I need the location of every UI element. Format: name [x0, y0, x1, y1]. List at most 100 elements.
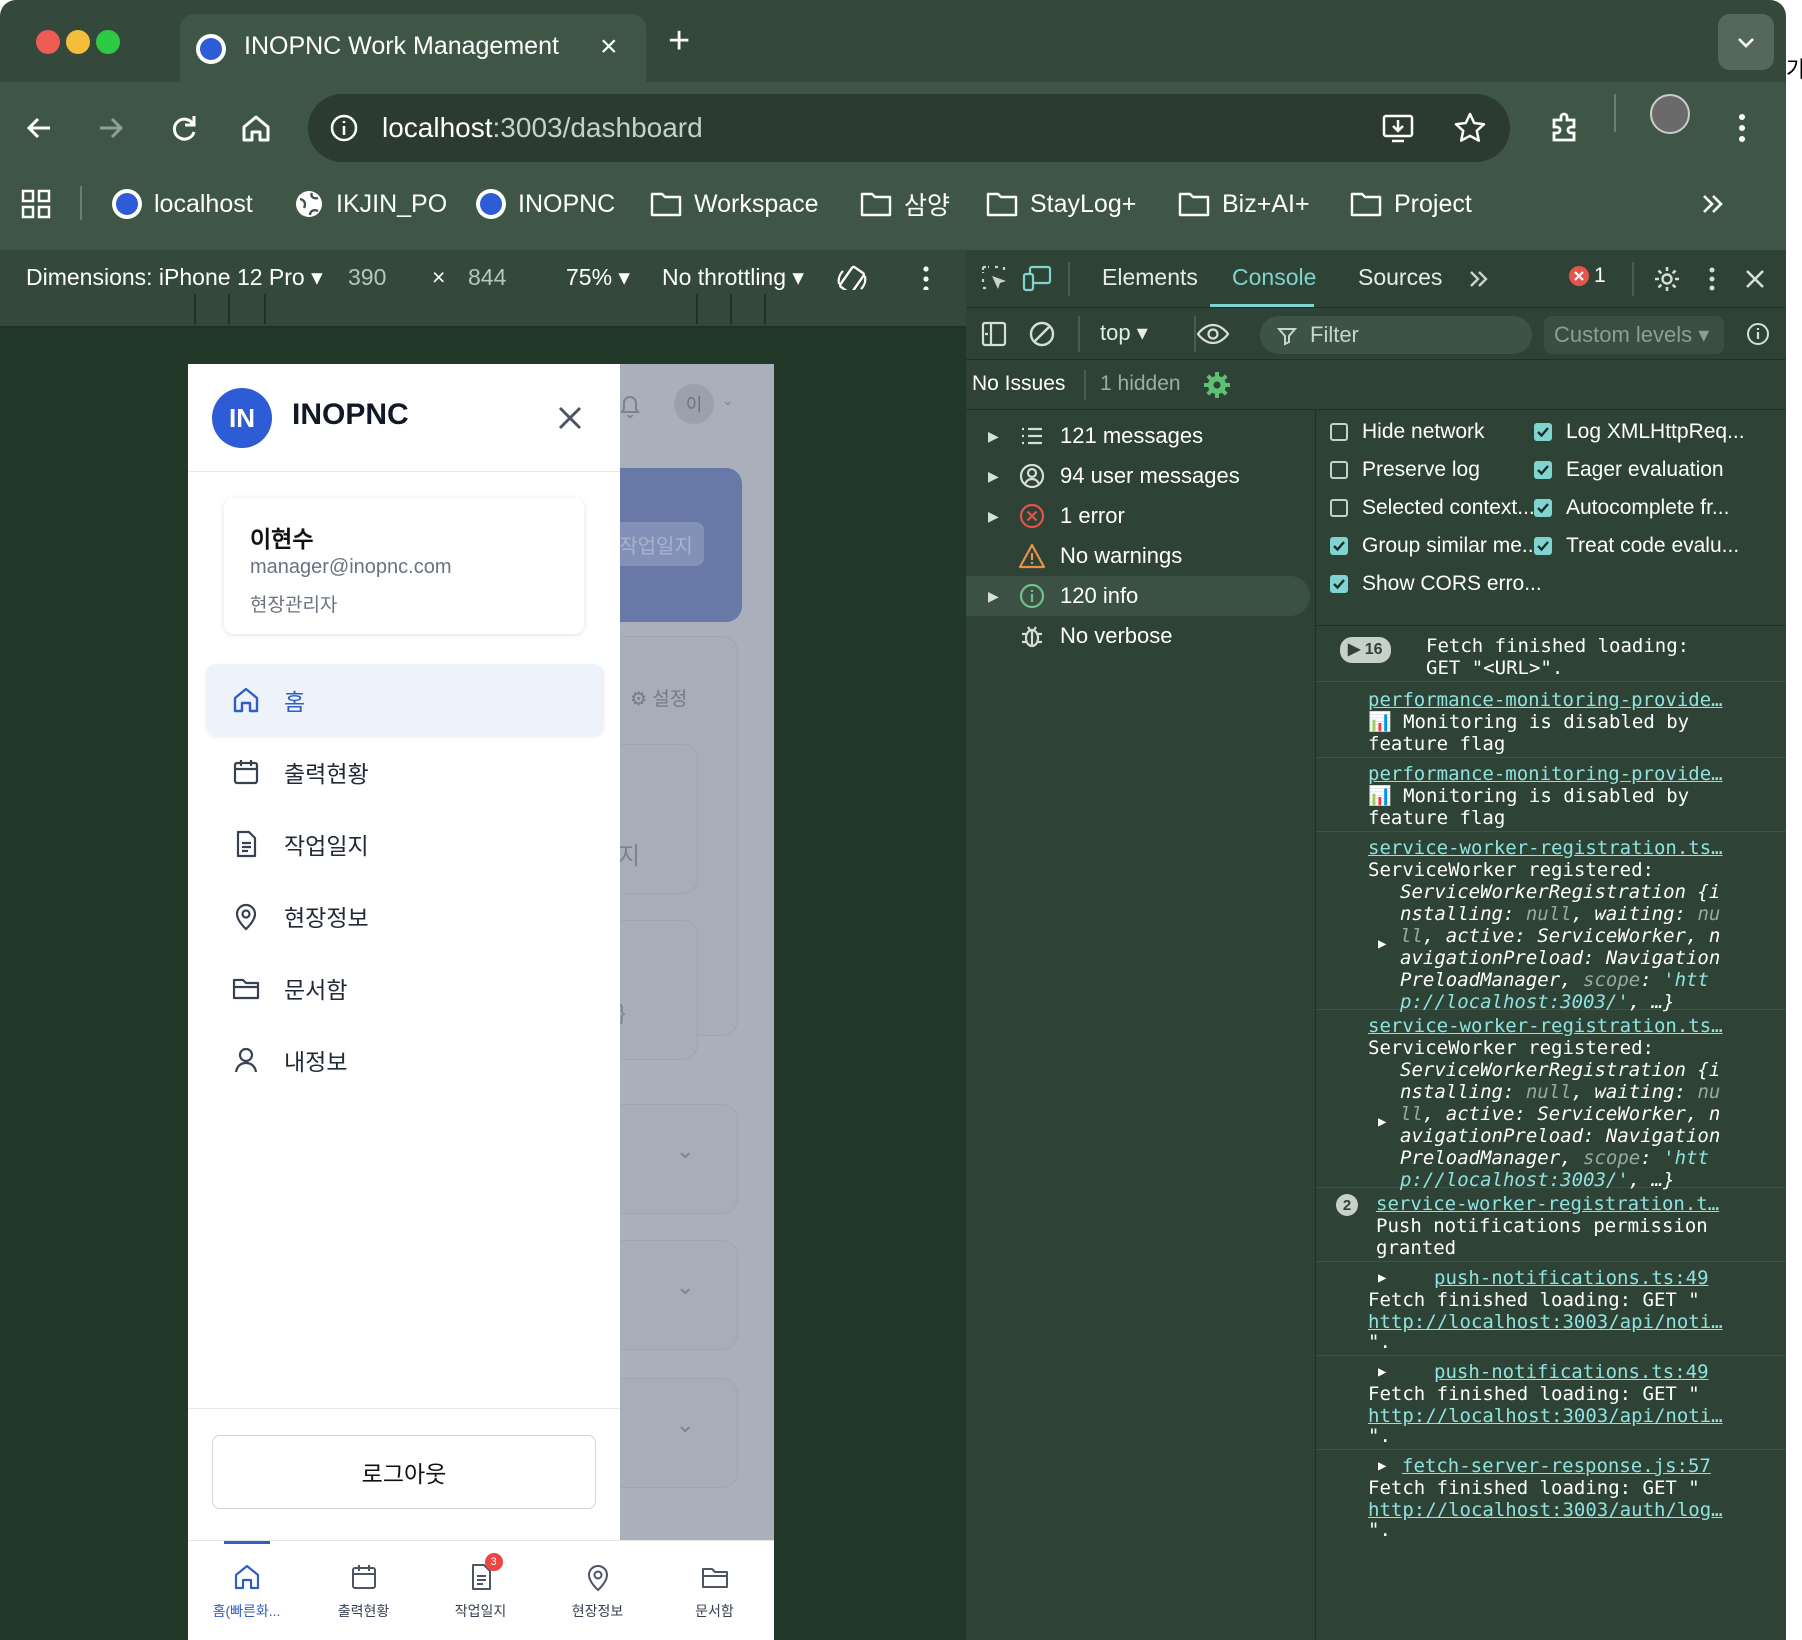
apps-button[interactable]: [20, 184, 52, 224]
bookmark-localhost[interactable]: localhost: [112, 184, 253, 224]
bookmark-folder-workspace[interactable]: Workspace: [650, 184, 819, 224]
filter-input[interactable]: Filter: [1260, 316, 1532, 354]
devtools-menu-icon[interactable]: [1702, 264, 1722, 294]
request-url-link[interactable]: http://localhost:3003/auth/log…: [1368, 1498, 1723, 1522]
object-preview[interactable]: ServiceWorkerRegistration {i: [1400, 880, 1720, 904]
close-drawer-icon[interactable]: [550, 398, 590, 438]
object-preview[interactable]: ServiceWorkerRegistration {i: [1400, 1058, 1720, 1082]
forward-button[interactable]: [88, 106, 132, 150]
group-similar-checkbox[interactable]: Group similar me...: [1330, 528, 1539, 564]
logout-button[interactable]: 로그아웃: [212, 1435, 596, 1509]
source-link[interactable]: fetch-server-response.js:57: [1402, 1454, 1711, 1478]
throttling-select[interactable]: No throttling ▾: [662, 264, 804, 291]
site-info-icon[interactable]: [328, 112, 360, 144]
source-link[interactable]: performance-monitoring-provide…: [1368, 688, 1723, 712]
maximize-window-button[interactable]: [96, 30, 120, 54]
browser-tab[interactable]: INOPNC Work Management ×: [180, 14, 646, 82]
autocomplete-checkbox[interactable]: Autocomplete fr...: [1534, 490, 1729, 526]
device-width-input[interactable]: 390: [348, 264, 386, 291]
profile-avatar[interactable]: [1650, 94, 1690, 134]
tab-search-button[interactable]: [1718, 14, 1774, 70]
bottom-nav-site-info[interactable]: 현장정보: [539, 1541, 656, 1640]
gear-icon[interactable]: [1652, 264, 1682, 294]
menu-item-worklog[interactable]: 작업일지: [206, 808, 604, 880]
sidebar-toggle-icon[interactable]: [980, 320, 1008, 348]
bookmark-ikjin-po[interactable]: IKJIN_PO: [294, 184, 447, 224]
eager-evaluation-checkbox[interactable]: Eager evaluation: [1534, 452, 1724, 488]
reload-button[interactable]: [162, 106, 206, 150]
tab-console[interactable]: Console: [1232, 264, 1316, 291]
inspect-element-icon[interactable]: [980, 264, 1010, 294]
close-devtools-icon[interactable]: [1742, 266, 1768, 292]
expand-arrow-icon[interactable]: ▶: [1378, 1364, 1386, 1380]
show-cors-checkbox[interactable]: Show CORS erro...: [1330, 566, 1542, 602]
bookmark-folder-samyang[interactable]: 삼양: [860, 184, 950, 224]
address-bar[interactable]: localhost:3003/dashboard: [308, 94, 1510, 162]
request-url-link[interactable]: http://localhost:3003/api/noti…: [1368, 1404, 1723, 1428]
source-link[interactable]: service-worker-registration.ts…: [1368, 836, 1723, 860]
bottom-nav-worklog[interactable]: 3 작업일지: [422, 1541, 539, 1640]
tab-sources[interactable]: Sources: [1358, 264, 1442, 291]
new-tab-button[interactable]: +: [668, 22, 690, 60]
bookmark-inopnc[interactable]: INOPNC: [476, 184, 615, 224]
bookmark-star-icon[interactable]: [1452, 110, 1488, 146]
error-counter[interactable]: 1: [1568, 264, 1606, 288]
browser-menu-button[interactable]: [1720, 106, 1764, 150]
log-xhr-checkbox[interactable]: Log XMLHttpReq...: [1534, 414, 1745, 450]
extensions-button[interactable]: [1544, 106, 1588, 150]
device-dimensions-select[interactable]: Dimensions: iPhone 12 Pro ▾: [26, 264, 323, 291]
issues-label[interactable]: No Issues: [972, 372, 1065, 396]
more-tabs-icon[interactable]: [1466, 266, 1492, 292]
device-height-input[interactable]: 844: [468, 264, 506, 291]
group-verbose[interactable]: No verbose: [966, 616, 1310, 656]
expand-arrow-icon[interactable]: ▶: [1378, 1458, 1386, 1474]
console-message[interactable]: ▶ 16 Fetch finished loading: GET "<URL>"…: [1316, 632, 1786, 682]
zoom-select[interactable]: 75% ▾: [566, 264, 630, 291]
url-text[interactable]: localhost:3003/dashboard: [382, 112, 703, 144]
source-link[interactable]: service-worker-registration.t…: [1376, 1192, 1719, 1216]
close-window-button[interactable]: [36, 30, 60, 54]
more-bookmarks-button[interactable]: [1698, 184, 1728, 224]
source-link[interactable]: service-worker-registration.ts…: [1368, 1014, 1723, 1038]
menu-item-my-info[interactable]: 내정보: [206, 1024, 604, 1096]
menu-item-home[interactable]: 홈: [206, 664, 604, 736]
clear-console-icon[interactable]: [1028, 320, 1056, 348]
request-url-link[interactable]: http://localhost:3003/api/noti…: [1368, 1310, 1723, 1334]
install-app-icon[interactable]: [1380, 110, 1416, 146]
bottom-nav-documents[interactable]: 문서함: [656, 1541, 773, 1640]
info-icon[interactable]: [1746, 322, 1770, 346]
back-button[interactable]: [18, 106, 62, 150]
menu-item-site-info[interactable]: 현장정보: [206, 880, 604, 952]
expand-arrow-icon[interactable]: ▶: [1378, 1270, 1386, 1286]
bottom-nav-attendance[interactable]: 출력현황: [305, 1541, 422, 1640]
bookmark-folder-project[interactable]: Project: [1350, 184, 1472, 224]
expand-arrow-icon[interactable]: ▶: [1378, 936, 1386, 952]
source-link[interactable]: push-notifications.ts:49: [1434, 1266, 1709, 1290]
selected-context-checkbox[interactable]: Selected context...: [1330, 490, 1535, 526]
preserve-log-checkbox[interactable]: Preserve log: [1330, 452, 1480, 488]
group-errors[interactable]: ▶ 1 error: [966, 496, 1310, 536]
hide-network-checkbox[interactable]: Hide network: [1330, 414, 1485, 450]
context-select[interactable]: top ▾: [1100, 320, 1148, 346]
group-warnings[interactable]: No warnings: [966, 536, 1310, 576]
expand-arrow-icon[interactable]: ▶: [1378, 1114, 1386, 1130]
bookmark-folder-staylog[interactable]: StayLog+: [986, 184, 1136, 224]
tab-elements[interactable]: Elements: [1102, 264, 1198, 291]
group-user-messages[interactable]: ▶ 94 user messages: [966, 456, 1310, 496]
source-link[interactable]: performance-monitoring-provide…: [1368, 762, 1723, 786]
source-link[interactable]: push-notifications.ts:49: [1434, 1360, 1709, 1384]
group-messages[interactable]: ▶ 121 messages: [966, 416, 1310, 456]
menu-item-documents[interactable]: 문서함: [206, 952, 604, 1024]
log-levels-select[interactable]: Custom levels ▾: [1544, 316, 1724, 354]
home-button[interactable]: [234, 106, 278, 150]
bottom-nav-home[interactable]: 홈(빠른화...: [188, 1541, 305, 1640]
minimize-window-button[interactable]: [66, 30, 90, 54]
device-toggle-icon[interactable]: [1022, 264, 1054, 294]
eye-icon[interactable]: [1196, 320, 1230, 348]
tab-close-icon[interactable]: ×: [600, 32, 618, 62]
bookmark-folder-bizai[interactable]: Biz+AI+: [1178, 184, 1310, 224]
treat-code-eval-checkbox[interactable]: Treat code evalu...: [1534, 528, 1739, 564]
group-info[interactable]: ▶ 120 info: [966, 576, 1310, 616]
menu-item-attendance[interactable]: 출력현황: [206, 736, 604, 808]
gear-icon[interactable]: [1202, 370, 1232, 400]
